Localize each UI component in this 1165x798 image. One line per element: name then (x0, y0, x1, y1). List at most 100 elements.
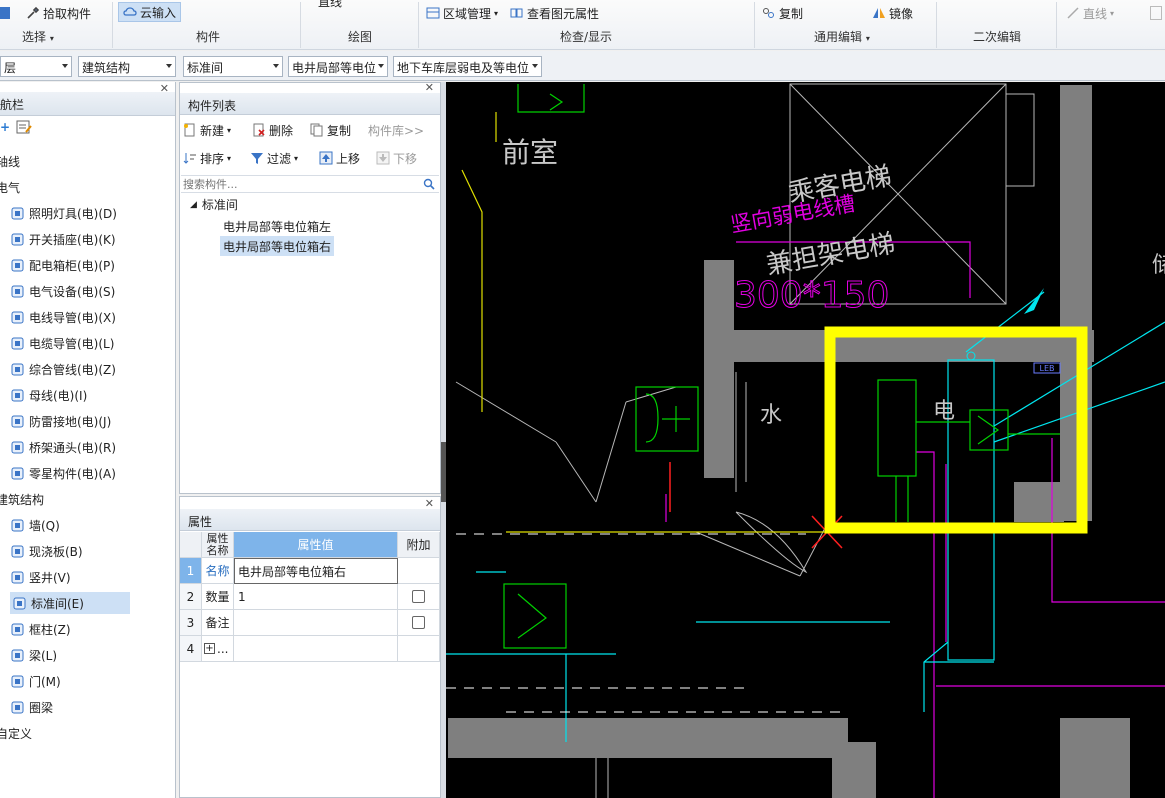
remarks-value[interactable] (234, 610, 398, 636)
edit-list-icon[interactable] (16, 120, 32, 134)
pick-component-label: 拾取构件 (43, 6, 92, 21)
tree-root[interactable]: ◢ 标准间 (190, 196, 238, 213)
mirror-button[interactable]: 镜像 (872, 4, 913, 22)
new-button[interactable]: 新建 ▾ (183, 120, 231, 140)
name-value-input[interactable]: 电井局部等电位箱右 (234, 558, 398, 584)
wall-icon (10, 518, 25, 533)
combined-pipeline-icon (10, 362, 25, 377)
electric-device-icon (10, 284, 25, 299)
delete-button[interactable]: 删除 (252, 120, 293, 140)
nav-item[interactable]: 自定义 (0, 722, 32, 744)
nav-item[interactable]: 电线导管(电)(X) (10, 306, 116, 328)
dropdown-arrow-icon: ▾ (294, 153, 299, 163)
move-up-label: 上移 (336, 151, 361, 166)
extra-checkbox[interactable] (412, 616, 425, 629)
dropdown-arrow-icon (378, 64, 384, 68)
nav-item[interactable]: 门(M) (10, 670, 61, 692)
collapse-triangle-icon[interactable]: ◢ (190, 200, 197, 210)
extra-checkbox[interactable] (412, 590, 425, 603)
copy-button[interactable]: 复制 (762, 4, 803, 22)
close-icon[interactable]: ✕ (160, 82, 169, 95)
partial-tool-icon[interactable] (0, 4, 14, 22)
cloud-input-button[interactable]: 云输入 (118, 2, 182, 22)
column-icon (10, 622, 25, 637)
floor-select[interactable]: 层 (0, 56, 72, 77)
property-value-cell (234, 636, 398, 662)
expand-row[interactable]: + ... (202, 636, 234, 662)
nav-item[interactable]: 电缆导管(电)(L) (10, 332, 114, 354)
nav-item[interactable]: 综合管线(电)(Z) (10, 358, 116, 380)
copy-component-label: 复制 (327, 123, 352, 138)
add-icon[interactable]: + (0, 120, 10, 134)
move-up-button[interactable]: 上移 (319, 148, 360, 168)
filter-bar: 层 建筑结构 标准间 电井局部等电位 地下车库层弱电及等电位 (0, 51, 1165, 81)
type-select[interactable]: 标准间 (183, 56, 283, 77)
search-box[interactable] (181, 175, 439, 193)
nav-item[interactable]: 零星构件(电)(A) (10, 462, 116, 484)
component-item-left[interactable]: 电井局部等电位箱左 (220, 216, 334, 236)
dropdown-arrow-icon (532, 64, 538, 68)
nav-item[interactable]: 照明灯具(电)(D) (10, 202, 117, 224)
discipline-select[interactable]: 建筑结构 (78, 56, 176, 77)
nav-item[interactable]: 现浇板(B) (10, 540, 83, 562)
nav-item-label: 母线(电)(I) (29, 388, 88, 403)
layer-select[interactable]: 地下车库层弱电及等电位 (393, 56, 542, 77)
arrow-down-icon (376, 151, 390, 165)
nav-item[interactable]: 开关插座(电)(K) (10, 228, 116, 250)
extra-cell (398, 610, 440, 636)
nav-item[interactable]: 桥架通头(电)(R) (10, 436, 116, 458)
extra-cell (398, 558, 440, 584)
group-general-edit-label: 通用编辑 (814, 30, 863, 44)
component-item-right[interactable]: 电井局部等电位箱右 (220, 236, 335, 256)
nav-item[interactable]: 防雷接地(电)(J) (10, 410, 111, 432)
search-icon[interactable] (423, 178, 435, 190)
nav-header: ✕ 航栏 (0, 82, 175, 116)
ring-beam-icon (10, 700, 25, 715)
nav-item[interactable]: 轴线 (0, 150, 20, 172)
group-select[interactable]: 选择 ▾ (22, 28, 54, 46)
copy-component-button[interactable]: 复制 (310, 120, 351, 140)
move-down-button[interactable]: 下移 (376, 148, 417, 168)
nav-item[interactable]: 配电箱柜(电)(P) (10, 254, 115, 276)
nav-item[interactable]: 电气设备(电)(S) (10, 280, 115, 302)
view-properties-button[interactable]: 查看图元属性 (510, 4, 599, 22)
group-component: 构件 (196, 30, 221, 44)
line-button[interactable]: 直线 ▾ (1066, 4, 1114, 22)
green-linework (503, 84, 1060, 649)
expand-plus-icon[interactable]: + (204, 643, 215, 654)
drawing-canvas[interactable]: LEB 前室 竖向弱电线槽 乘客电梯 兼担架电梯 300*150 水 电 储 (446, 82, 1165, 798)
search-input[interactable] (181, 176, 411, 192)
draw-line-button[interactable]: 直线 (318, 0, 342, 10)
cad-drawing[interactable]: LEB 前室 竖向弱电线槽 乘客电梯 兼担架电梯 300*150 水 电 储 (446, 82, 1165, 798)
nav-item[interactable]: 墙(Q) (10, 514, 60, 536)
region-management-button[interactable]: 区域管理 ▾ (426, 4, 498, 22)
component-select-value: 电井局部等电位 (292, 61, 377, 75)
nav-item[interactable]: 梁(L) (10, 644, 57, 666)
partial-right-icon[interactable] (1150, 4, 1162, 22)
header-line: 属性 (206, 531, 229, 545)
sort-button[interactable]: 排序 ▾ (183, 148, 231, 168)
standard-room-icon (12, 596, 27, 611)
nav-item[interactable]: 竖井(V) (10, 566, 71, 588)
separator (300, 2, 301, 48)
library-button[interactable]: 构件库>> (368, 120, 424, 140)
filter-button[interactable]: 过滤 ▾ (250, 148, 298, 168)
pick-component-button[interactable]: 拾取构件 (26, 4, 91, 22)
ribbon-toolbar: 拾取构件 云输入 直线 区域管理 ▾ 查看图元属性 复制 镜像 直线 ▾ 选择 … (0, 0, 1165, 50)
separator (418, 2, 419, 48)
dropdown-arrow-icon: ▾ (227, 153, 232, 163)
quantity-value[interactable]: 1 (234, 584, 398, 610)
nav-item[interactable]: 电气 (0, 176, 20, 198)
nav-item[interactable]: 标准间(E) (10, 592, 130, 614)
misc-component-icon (10, 466, 25, 481)
group-general-edit[interactable]: 通用编辑 ▾ (814, 28, 870, 46)
eyedropper-icon (27, 6, 40, 19)
property-value-header: 属性值 (234, 532, 398, 558)
nav-item[interactable]: 框柱(Z) (10, 618, 71, 640)
type-select-value: 标准间 (187, 61, 224, 75)
nav-item[interactable]: 建筑结构 (0, 488, 44, 510)
nav-item[interactable]: 圈梁 (10, 696, 53, 718)
nav-item[interactable]: 母线(电)(I) (10, 384, 87, 406)
component-select[interactable]: 电井局部等电位 (288, 56, 388, 77)
nav-item-label: 开关插座(电)(K) (29, 232, 116, 247)
